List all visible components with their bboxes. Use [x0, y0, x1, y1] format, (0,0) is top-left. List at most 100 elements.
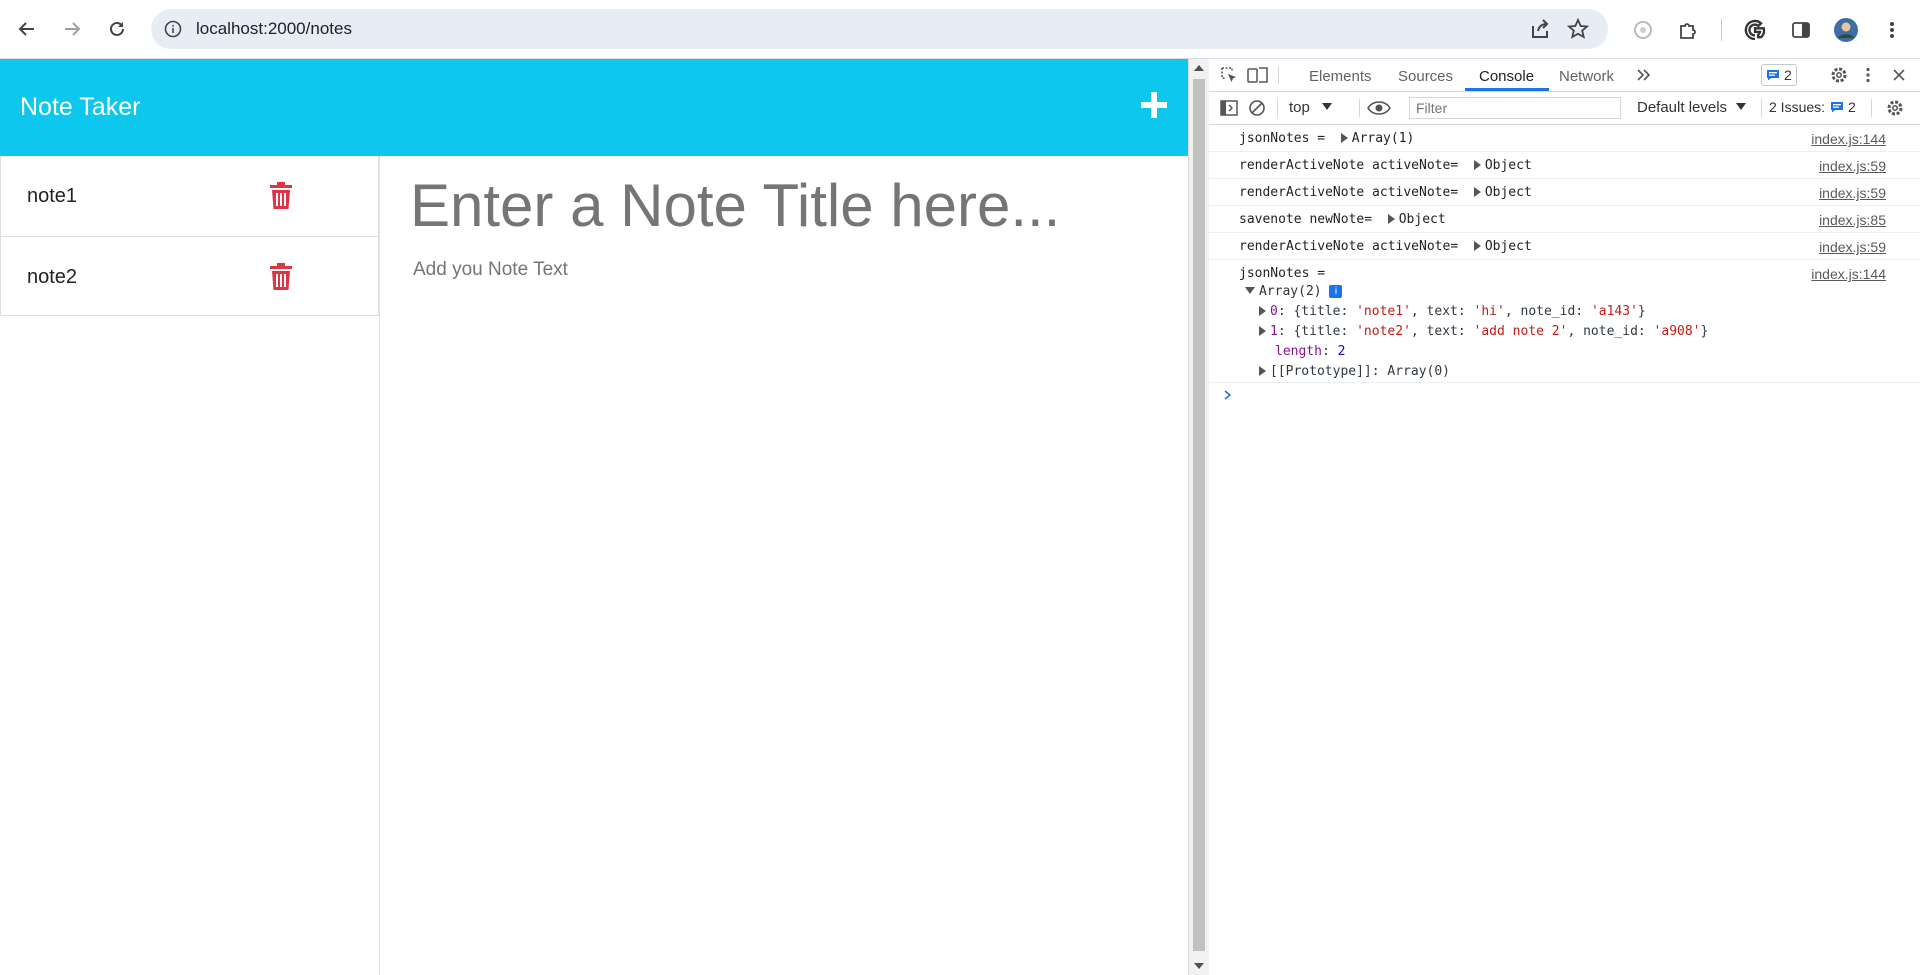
- console-prompt[interactable]: [1209, 384, 1920, 406]
- source-link[interactable]: index.js:85: [1819, 212, 1886, 228]
- source-link[interactable]: index.js:59: [1819, 185, 1886, 201]
- tab-elements[interactable]: Elements: [1309, 68, 1372, 85]
- console-message-expanded[interactable]: jsonNotes = index.js:144 Array(2) i 0: {…: [1209, 260, 1920, 383]
- avatar[interactable]: [1833, 17, 1859, 43]
- source-link[interactable]: index.js:144: [1811, 131, 1886, 147]
- console-message[interactable]: savenote newNote= Object index.js:85: [1209, 206, 1920, 233]
- console-message[interactable]: renderActiveNote activeNote= Object inde…: [1209, 233, 1920, 260]
- google-icon[interactable]: [1742, 17, 1768, 43]
- message-icon: [1831, 102, 1844, 113]
- log-text: renderActiveNote activeNote= Object: [1239, 185, 1532, 200]
- note-text-input[interactable]: [413, 259, 1153, 281]
- source-link[interactable]: index.js:59: [1819, 239, 1886, 255]
- settings-icon[interactable]: [1829, 65, 1849, 85]
- console-settings-icon[interactable]: [1885, 98, 1905, 118]
- trash-icon[interactable]: [269, 263, 293, 291]
- expand-arrow-icon: [1387, 214, 1395, 224]
- log-text: renderActiveNote activeNote= Object: [1239, 158, 1532, 173]
- toolbar-divider: [1721, 19, 1722, 41]
- back-icon[interactable]: [10, 12, 44, 46]
- url-text[interactable]: localhost:2000/notes: [196, 19, 352, 39]
- source-link[interactable]: index.js:59: [1819, 158, 1886, 174]
- live-expression-eye-icon[interactable]: [1366, 98, 1392, 118]
- note-title[interactable]: note2: [27, 266, 77, 289]
- menu-icon[interactable]: [1879, 17, 1905, 43]
- tab-network[interactable]: Network: [1559, 68, 1614, 85]
- info-icon: i: [1329, 285, 1343, 298]
- console-toolbar: top Default levels 2 Issues: 2: [1209, 92, 1920, 125]
- scroll-thumb[interactable]: [1193, 79, 1205, 951]
- share-icon[interactable]: [1528, 17, 1552, 41]
- array-item[interactable]: 1: {title: 'note2', text: 'add note 2', …: [1259, 324, 1708, 339]
- devtools-tab-bar: Elements Sources Console Network 2: [1209, 59, 1920, 92]
- issues-label: 2 Issues:: [1769, 99, 1826, 115]
- array-length: length: 2: [1275, 344, 1346, 359]
- app-title[interactable]: Note Taker: [20, 93, 140, 122]
- list-item[interactable]: note2: [1, 237, 378, 317]
- collapse-arrow-icon: [1245, 287, 1255, 294]
- filter-input[interactable]: [1409, 97, 1621, 119]
- issues-button[interactable]: 2 Issues: 2: [1765, 97, 1860, 117]
- messages-count: 2: [1784, 67, 1792, 83]
- toolbar-divider: [1761, 99, 1762, 117]
- messages-badge[interactable]: 2: [1761, 64, 1797, 86]
- log-levels-label: Default levels: [1637, 99, 1728, 116]
- reload-icon[interactable]: [100, 12, 134, 46]
- prompt-chevron-icon: [1224, 390, 1232, 400]
- inspect-element-icon[interactable]: [1219, 65, 1239, 85]
- clear-console-icon[interactable]: [1247, 98, 1267, 118]
- tab-console[interactable]: Console: [1479, 68, 1534, 85]
- note-title-input[interactable]: [410, 171, 1150, 240]
- log-text: renderActiveNote activeNote= Object: [1239, 239, 1532, 254]
- more-options-icon[interactable]: [1861, 65, 1875, 85]
- console-message[interactable]: renderActiveNote activeNote= Object inde…: [1209, 179, 1920, 206]
- trash-icon[interactable]: [269, 182, 293, 210]
- browser-toolbar: localhost:2000/notes: [0, 0, 1920, 59]
- expand-arrow-icon: [1473, 241, 1481, 251]
- log-levels-select[interactable]: Default levels: [1637, 99, 1747, 116]
- web-page: Note Taker note1 note2: [0, 59, 1188, 975]
- console-message[interactable]: jsonNotes = Array(1) index.js:144: [1209, 125, 1920, 152]
- issues-count: 2: [1848, 99, 1856, 115]
- dropdown-arrow-icon: [1322, 103, 1333, 110]
- log-text: jsonNotes =: [1239, 266, 1326, 281]
- array-label[interactable]: Array(2) i: [1245, 284, 1343, 299]
- list-divider: [379, 156, 380, 975]
- scroll-down-icon[interactable]: [1194, 963, 1204, 969]
- expand-arrow-icon: [1473, 187, 1481, 197]
- expand-arrow-icon: [1259, 326, 1266, 336]
- log-text: jsonNotes = Array(1): [1239, 131, 1415, 146]
- toolbar-divider: [1278, 66, 1279, 84]
- extension-icon[interactable]: [1630, 17, 1656, 43]
- expand-arrow-icon: [1259, 366, 1266, 376]
- array-prototype[interactable]: [[Prototype]]: Array(0): [1259, 364, 1450, 379]
- toolbar-divider: [1277, 99, 1278, 117]
- context-select[interactable]: top: [1289, 99, 1333, 116]
- source-link[interactable]: index.js:144: [1811, 266, 1886, 282]
- console-message[interactable]: renderActiveNote activeNote= Object inde…: [1209, 152, 1920, 179]
- puzzle-icon[interactable]: [1675, 17, 1701, 43]
- close-icon[interactable]: [1889, 65, 1909, 85]
- address-bar[interactable]: localhost:2000/notes: [151, 9, 1608, 49]
- side-panel-icon[interactable]: [1788, 17, 1814, 43]
- scroll-up-icon[interactable]: [1194, 65, 1204, 71]
- forward-icon[interactable]: [55, 12, 89, 46]
- page-scrollbar[interactable]: [1188, 59, 1209, 975]
- list-item[interactable]: note1: [1, 156, 378, 237]
- message-icon: [1767, 70, 1779, 81]
- active-tab-indicator: [1465, 88, 1549, 91]
- devtools-panel: Elements Sources Console Network 2 top F…: [1209, 59, 1920, 975]
- console-output: jsonNotes = Array(1) index.js:144 render…: [1209, 125, 1920, 383]
- device-toolbar-icon[interactable]: [1247, 65, 1269, 85]
- more-tabs-icon[interactable]: [1635, 66, 1653, 84]
- note-title[interactable]: note1: [27, 185, 77, 208]
- add-note-button[interactable]: [1138, 89, 1170, 121]
- toolbar-divider: [1871, 99, 1872, 117]
- expand-arrow-icon: [1259, 306, 1266, 316]
- dropdown-arrow-icon: [1736, 103, 1747, 110]
- site-info-icon[interactable]: [161, 17, 185, 41]
- array-item[interactable]: 0: {title: 'note1', text: 'hi', note_id:…: [1259, 304, 1646, 319]
- sidebar-toggle-icon[interactable]: [1219, 98, 1239, 118]
- star-icon[interactable]: [1566, 17, 1590, 41]
- tab-sources[interactable]: Sources: [1398, 68, 1453, 85]
